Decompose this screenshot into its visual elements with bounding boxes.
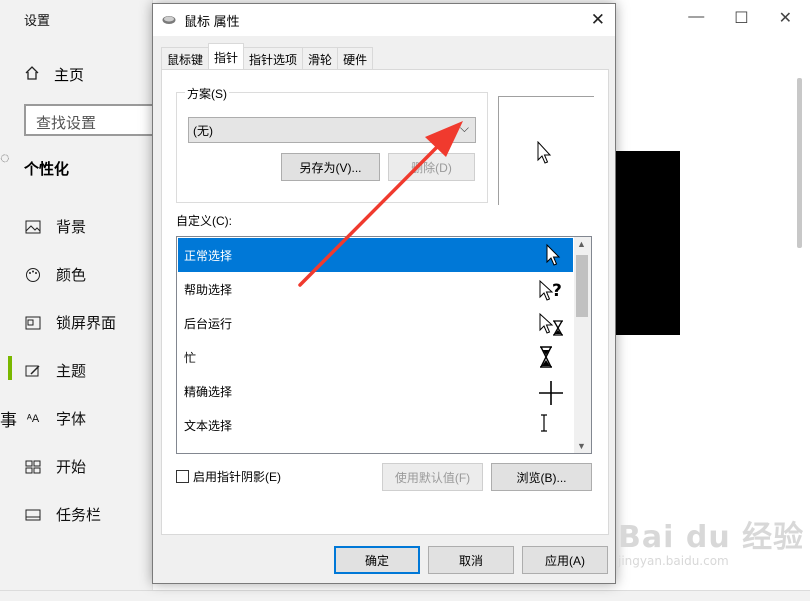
enable-shadow-checkbox[interactable] [176,470,189,483]
browse-button[interactable]: 浏览(B)... [491,463,592,491]
window-controls: — ☐ ✕ [688,8,792,28]
tab-wheel[interactable]: 滑轮 [302,47,339,69]
partial-text: 事 [0,411,17,430]
nav-item-background[interactable]: 背景 [24,216,86,237]
scroll-up-icon[interactable]: ▲ [577,239,586,249]
lock-screen-icon [24,314,42,332]
list-item-busy[interactable]: 忙 [178,340,573,374]
theme-preview-image [614,151,680,335]
nav-item-lockscreen[interactable]: 锁屏界面 [24,312,116,333]
list-item-label: 后台运行 [184,316,233,331]
working-cursor-icon [539,312,563,336]
enable-shadow-option[interactable]: 启用指针阴影(E) [176,468,281,485]
list-item-label: 忙 [184,350,197,365]
dialog-title: 鼠标 属性 [184,13,240,29]
text-cursor-icon [541,414,547,432]
ok-button[interactable]: 确定 [334,546,420,574]
scheme-dropdown[interactable]: (无) ⌵ [188,117,476,143]
customize-label: 自定义(C): [176,214,232,228]
pointers-panel: 方案(S) (无) ⌵ 另存为(V)... 删除(D) 自定义(C): 正常选择… [161,69,609,535]
save-as-button[interactable]: 另存为(V)... [281,153,380,181]
scheme-group: 方案(S) (无) ⌵ 另存为(V)... 删除(D) [176,85,488,203]
apply-button[interactable]: 应用(A) [522,546,608,574]
dialog-titlebar[interactable]: 鼠标 属性 ✕ [153,4,615,36]
watermark: Bai du 经验 jingyan.baidu.com [618,512,804,568]
taskbar-strip [0,590,810,601]
close-icon[interactable]: ✕ [779,8,792,28]
mouse-icon [162,13,176,28]
nav-item-label: 背景 [56,219,87,236]
tab-pointer-options[interactable]: 指针选项 [243,47,304,69]
maximize-icon[interactable]: ☐ [734,8,748,28]
list-item-help-select[interactable]: 帮助选择 ? [178,272,573,306]
delete-button[interactable]: 删除(D) [388,153,475,181]
nav-item-taskbar[interactable]: 任务栏 [24,504,101,525]
list-item-normal-select[interactable]: 正常选择 [178,238,573,272]
nav-item-fonts[interactable]: ᴬA 字体 [24,408,86,429]
hourglass-cursor-icon [540,346,552,368]
tab-strip: 鼠标键 指针 指针选项 滑轮 硬件 [161,43,374,69]
cursor-preview [498,96,594,205]
enable-shadow-label: 启用指针阴影(E) [193,470,281,484]
scroll-down-icon[interactable]: ▼ [577,441,586,451]
palette-icon [24,266,42,284]
nav-item-label: 任务栏 [56,507,102,524]
watermark-logo: Bai du 经验 [618,520,805,555]
scheme-label: 方案(S) [185,85,229,102]
list-scrollbar[interactable]: ▲ ▼ [574,237,591,453]
tab-buttons[interactable]: 鼠标键 [161,47,210,69]
list-item-label: 文本选择 [184,418,233,433]
tab-hardware[interactable]: 硬件 [337,47,374,69]
font-icon: ᴬA [26,412,40,425]
crosshair-cursor-icon [539,381,563,405]
list-item-label: 正常选择 [184,248,233,263]
arrow-cursor-icon [546,243,561,266]
list-item-working-background[interactable]: 后台运行 [178,306,573,340]
partial-glyph: ◌ [0,150,10,167]
close-icon[interactable]: ✕ [591,10,605,30]
watermark-url: jingyan.baidu.com [618,554,729,568]
list-item-text-select[interactable]: 文本选择 [178,408,573,442]
settings-scrollbar[interactable] [797,78,802,248]
nav-item-colors[interactable]: 颜色 [24,264,86,285]
list-item-label: 帮助选择 [184,282,233,297]
cursor-list[interactable]: 正常选择 帮助选择 ? 后台运行 忙 精确选择 文本选择 ▲ ▼ [176,236,592,454]
nav-item-label: 字体 [56,411,87,428]
svg-text:?: ? [552,281,562,301]
selected-indicator [8,356,12,380]
nav-item-label: 开始 [56,459,87,476]
chevron-down-icon: ⌵ [459,121,469,135]
minimize-icon[interactable]: — [688,8,704,28]
cancel-button[interactable]: 取消 [428,546,514,574]
theme-icon [24,362,42,380]
scroll-thumb[interactable] [576,255,588,317]
settings-title: 设置 [24,13,51,28]
nav-home-label: 主页 [54,67,85,84]
nav-item-label: 锁屏界面 [56,315,117,332]
nav-item-label: 主题 [56,363,87,380]
scheme-value: (无) [193,124,213,138]
nav-home[interactable]: 主页 [24,64,84,85]
help-cursor-icon: ? [539,279,562,301]
list-item-precision-select[interactable]: 精确选择 [178,374,573,408]
tab-pointers[interactable]: 指针 [208,43,245,69]
list-item-label: 精确选择 [184,384,233,399]
nav-item-start[interactable]: 开始 [24,456,86,477]
mouse-properties-dialog: 鼠标 属性 ✕ 鼠标键 指针 指针选项 滑轮 硬件 方案(S) (无) ⌵ 另存… [152,3,616,584]
nav-item-themes[interactable]: 主题 [24,360,86,381]
image-icon [24,218,42,236]
start-icon [24,458,42,476]
settings-search-input[interactable]: 查找设置 [24,104,164,136]
settings-sidebar [0,0,153,590]
use-default-button[interactable]: 使用默认值(F) [382,463,483,491]
taskbar-icon [24,506,42,524]
nav-item-label: 颜色 [56,267,87,284]
section-title: 个性化 [24,161,70,178]
home-icon [24,65,40,85]
arrow-cursor-icon [537,141,552,164]
